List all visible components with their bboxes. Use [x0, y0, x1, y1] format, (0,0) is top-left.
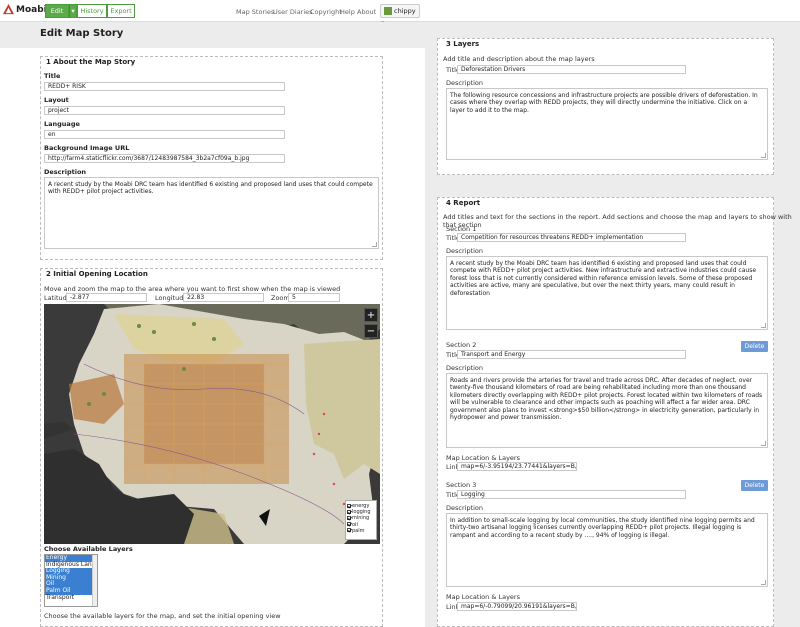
zoom-label: Zoom: [271, 294, 290, 302]
layers-heading: 3 Layers: [446, 40, 480, 48]
zoom-input[interactable]: 5: [288, 293, 340, 302]
section-1-description-text: A recent study by the Moabi DRC team has…: [450, 260, 757, 297]
checkbox-icon[interactable]: [347, 515, 351, 520]
layers-description-text: The following resource concessions and i…: [450, 92, 758, 114]
checkbox-icon[interactable]: [347, 528, 351, 533]
layers-scrollbar[interactable]: [92, 555, 97, 606]
layers-description-label: Description: [446, 79, 484, 87]
story-title-input[interactable]: REDD+ RISK: [44, 82, 285, 91]
section-2-map-label: Map Location & Layers: [446, 454, 520, 462]
resize-handle-icon[interactable]: [372, 242, 377, 247]
resize-handle-icon[interactable]: [761, 580, 766, 585]
section-1-title-input[interactable]: Competition for resources threatens REDD…: [457, 233, 686, 242]
section-2-name: Section 2: [446, 341, 477, 349]
available-layers-select[interactable]: Energy Indigenous Lands Logging Mining O…: [44, 554, 98, 607]
top-navigation-bar: Moabi Edit ▾ History Export Map Stories …: [0, 0, 800, 27]
language-label: Language: [44, 120, 80, 128]
nav-link-user-diaries[interactable]: User Diaries: [273, 8, 313, 16]
layout-input[interactable]: project: [44, 106, 285, 115]
logo[interactable]: Moabi: [3, 4, 47, 15]
checkbox-icon[interactable]: [347, 522, 351, 527]
section-3-link-input[interactable]: map=6/-0.79099/20.96191&layers=B,R,L: [457, 602, 577, 611]
language-input[interactable]: en: [44, 130, 285, 139]
nav-link-about[interactable]: About: [357, 8, 376, 16]
nav-link-help[interactable]: Help: [340, 8, 355, 16]
latitude-input[interactable]: -2.877: [66, 293, 147, 302]
report-hint: Add titles and text for the sections in …: [443, 213, 792, 229]
about-heading: 1 About the Map Story: [46, 58, 136, 66]
section-3-description-textarea[interactable]: In addition to small-scale logging by lo…: [446, 513, 768, 587]
user-name: chippy: [394, 7, 416, 15]
available-layers-label: Choose Available Layers: [44, 545, 133, 553]
moabi-logo-icon: [3, 4, 14, 15]
section-3-delete-button[interactable]: Delete: [741, 480, 768, 491]
edit-button[interactable]: Edit: [45, 4, 69, 18]
location-map[interactable]: + − energy logging mining oil palm: [44, 304, 380, 544]
layers-title-input[interactable]: Deforestation Drivers: [457, 65, 686, 74]
story-description-text: A recent study by the Moabi DRC team has…: [48, 181, 373, 196]
layers-description-textarea[interactable]: The following resource concessions and i…: [446, 88, 768, 160]
history-button[interactable]: History: [77, 4, 107, 18]
location-hint: Move and zoom the map to the area where …: [44, 285, 341, 293]
resize-handle-icon[interactable]: [761, 153, 766, 158]
layer-option-transport[interactable]: Transport: [45, 594, 97, 602]
resize-handle-icon[interactable]: [761, 441, 766, 446]
section-3-description-text: In addition to small-scale logging by lo…: [450, 517, 755, 539]
layout-label: Layout: [44, 96, 69, 104]
avatar: [384, 7, 392, 15]
section-1-description-label: Description: [446, 247, 484, 255]
report-heading: 4 Report: [446, 199, 481, 207]
longitude-input[interactable]: 22.83: [183, 293, 264, 302]
section-3-description-label: Description: [446, 504, 484, 512]
background-image-label: Background Image URL: [44, 144, 130, 152]
background-image-input[interactable]: http://farm4.staticflickr.com/3687/12483…: [44, 154, 285, 163]
layers-hint: Add title and description about the map …: [443, 55, 595, 63]
section-3-name: Section 3: [446, 481, 477, 489]
export-button[interactable]: Export: [107, 4, 135, 18]
section-2-link-input[interactable]: map=6/-3.95194/23.77441&layers=B,R,E,P: [457, 462, 577, 471]
location-heading: 2 Initial Opening Location: [46, 270, 148, 278]
section-2-description-text: Roads and rivers provide the arteries fo…: [450, 377, 763, 422]
legend-item-palm[interactable]: palm: [347, 528, 375, 534]
user-menu-button[interactable]: chippy ▾: [380, 4, 420, 27]
logo-text: Moabi: [16, 5, 47, 15]
map-canvas[interactable]: [44, 304, 380, 544]
layers-footer-hint: Choose the available layers for the map,…: [44, 612, 281, 620]
checkbox-icon[interactable]: [347, 509, 351, 514]
nav-link-copyright[interactable]: Copyright: [310, 8, 342, 16]
zoom-in-button[interactable]: +: [364, 308, 378, 322]
section-1-description-textarea[interactable]: A recent study by the Moabi DRC team has…: [446, 256, 768, 330]
section-2-delete-button[interactable]: Delete: [741, 341, 768, 352]
section-1-name: Section 1: [446, 225, 477, 233]
resize-handle-icon[interactable]: [761, 323, 766, 328]
section-2-title-input[interactable]: Transport and Energy: [457, 350, 686, 359]
section-3-map-label: Map Location & Layers: [446, 593, 520, 601]
section-2-description-textarea[interactable]: Roads and rivers provide the arteries fo…: [446, 373, 768, 448]
story-description-textarea[interactable]: A recent study by the Moabi DRC team has…: [44, 177, 379, 249]
section-2-description-label: Description: [446, 364, 484, 372]
description-label: Description: [44, 168, 87, 176]
edit-dropdown-icon[interactable]: ▾: [69, 4, 77, 18]
page-title: Edit Map Story: [40, 28, 124, 39]
zoom-out-button[interactable]: −: [364, 324, 378, 338]
title-label: Title: [44, 72, 61, 80]
nav-link-map-stories[interactable]: Map Stories: [236, 8, 274, 16]
checkbox-icon[interactable]: [347, 503, 351, 508]
section-3-title-input[interactable]: Logging: [457, 490, 686, 499]
map-layer-legend: energy logging mining oil palm: [345, 500, 377, 540]
